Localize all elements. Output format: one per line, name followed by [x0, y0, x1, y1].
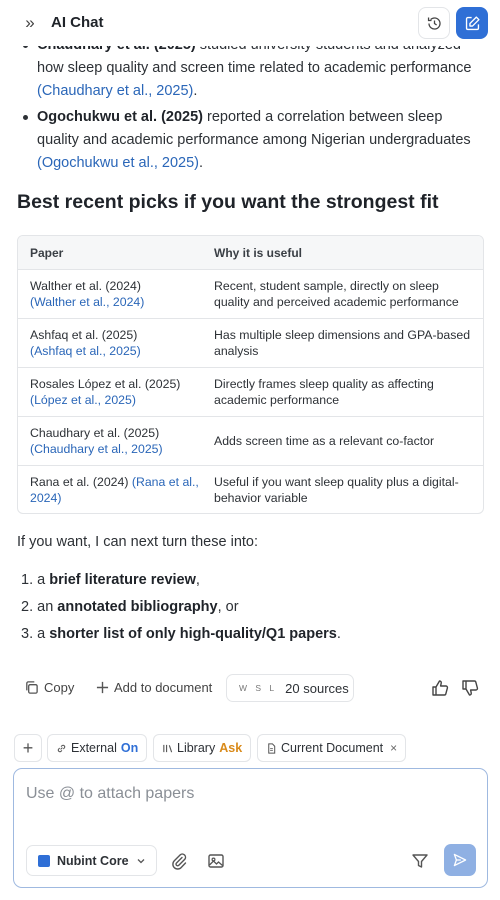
- history-button[interactable]: [418, 7, 450, 39]
- option-bold: shorter list of only high-quality/Q1 pap…: [49, 626, 337, 642]
- option-number: 3.: [21, 626, 34, 642]
- option-prefix: an: [37, 599, 58, 615]
- option-number: 1.: [21, 572, 34, 588]
- model-name: Nubint Core: [57, 853, 129, 868]
- add-to-document-button[interactable]: Add to document: [96, 680, 212, 695]
- why-cell: Useful if you want sleep quality plus a …: [214, 474, 459, 505]
- paper-name: Rosales López et al. (2025): [30, 377, 181, 391]
- bullet-author: Ogochukwu et al. (2025): [37, 109, 203, 125]
- option-bold: brief literature review: [49, 572, 196, 588]
- paper-cell: Rosales López et al. (2025) (López et al.…: [18, 376, 201, 408]
- external-label: External: [71, 741, 117, 755]
- library-state: Ask: [219, 741, 243, 755]
- library-icon: [163, 744, 173, 752]
- why-cell: Recent, student sample, directly on slee…: [214, 279, 459, 309]
- sources-count: 20 sources: [285, 680, 349, 696]
- list-item: 3. a shorter list of only high-quality/Q…: [21, 621, 341, 648]
- send-icon: [453, 853, 467, 867]
- paper-cell: Rana et al. (2024) (Rana et al., 2024): [18, 474, 201, 506]
- why-cell: Has multiple sleep dimensions and GPA-ba…: [214, 328, 471, 358]
- new-chat-button[interactable]: [456, 7, 488, 39]
- citation-link[interactable]: (Walther et al., 2024): [30, 295, 144, 309]
- paperclip-icon[interactable]: [169, 851, 189, 871]
- option-suffix: , or: [217, 599, 239, 615]
- library-toggle-chip[interactable]: Library Ask: [153, 734, 252, 762]
- plus-icon: [96, 681, 109, 694]
- option-number: 2.: [21, 599, 34, 615]
- message-actions: Copy Add to document W S L 20 sources: [0, 674, 500, 702]
- paper-name: Rana et al. (2024): [30, 474, 129, 489]
- add-to-document-label: Add to document: [114, 680, 213, 695]
- followup-text: If you want, I can next turn these into:: [17, 534, 258, 550]
- link-icon: [57, 744, 66, 752]
- remove-document-icon[interactable]: ×: [390, 741, 397, 755]
- citation-link[interactable]: (Ashfaq et al., 2025): [30, 344, 141, 358]
- table-row: Ashfaq et al. (2025) (Ashfaq et al., 2025…: [18, 318, 483, 367]
- option-prefix: a: [37, 572, 50, 588]
- message-composer: Use @ to attach papers Nubint Core: [13, 768, 488, 888]
- papers-table: Paper Why it is useful Walther et al. (2…: [17, 235, 484, 514]
- send-button[interactable]: [444, 844, 476, 876]
- why-cell: Directly frames sleep quality as affecti…: [214, 377, 434, 407]
- external-toggle-chip[interactable]: External On: [47, 734, 148, 762]
- bullet-end: .: [199, 155, 204, 171]
- list-item: Ogochukwu et al. (2025) reported a corre…: [19, 106, 481, 175]
- paper-name: Chaudhary et al. (2025): [30, 426, 160, 440]
- citation-link[interactable]: (Chaudhary et al., 2025): [37, 83, 193, 99]
- copy-icon: [26, 681, 38, 694]
- history-icon: [427, 16, 441, 30]
- model-logo-icon: [38, 854, 50, 867]
- paper-cell: Ashfaq et al. (2025) (Ashfaq et al., 2025…: [18, 327, 201, 359]
- thumbs-down-icon[interactable]: [460, 678, 480, 698]
- document-icon: [268, 742, 276, 754]
- current-document-label: Current Document: [281, 741, 384, 755]
- list-item: 1. a brief literature review,: [21, 567, 341, 594]
- plus-icon: +: [22, 737, 34, 758]
- context-chips: + External On Library Ask Current Docume…: [14, 734, 494, 762]
- citation-link[interactable]: (Ogochukwu et al., 2025): [37, 155, 199, 171]
- table-header-row: Paper Why it is useful: [18, 236, 483, 269]
- thumbs-up-icon[interactable]: [430, 678, 450, 698]
- paper-cell: Chaudhary et al. (2025) (Chaudhary et al.…: [18, 425, 201, 457]
- message-input[interactable]: Use @ to attach papers: [26, 785, 194, 803]
- paper-name: Ashfaq et al. (2025): [30, 328, 138, 342]
- table-row: Rana et al. (2024) (Rana et al., 2024) U…: [18, 465, 483, 513]
- edit-icon: [465, 15, 480, 30]
- paper-cell: Walther et al. (2024) (Walther et al., 20…: [18, 278, 201, 310]
- table-row: Chaudhary et al. (2025) (Chaudhary et al.…: [18, 416, 483, 465]
- add-context-button[interactable]: +: [14, 734, 42, 762]
- external-state: On: [120, 741, 139, 755]
- header-bar: » AI Chat: [0, 0, 500, 46]
- option-bold: annotated bibliography: [57, 599, 218, 615]
- table-row: Walther et al. (2024) (Walther et al., 20…: [18, 269, 483, 318]
- copy-button[interactable]: Copy: [24, 680, 74, 695]
- why-cell: Adds screen time as a relevant co-factor: [214, 434, 435, 448]
- filter-icon[interactable]: [410, 851, 430, 871]
- section-heading: Best recent picks if you want the strong…: [17, 191, 439, 213]
- chat-scroll-area[interactable]: Chaudhary et al. (2025) studied universi…: [0, 0, 500, 720]
- collapse-sidebar-icon[interactable]: »: [20, 14, 40, 34]
- copy-label: Copy: [44, 680, 75, 695]
- option-suffix: ,: [195, 572, 200, 588]
- paper-name: Walther et al. (2024): [30, 279, 141, 293]
- options-list: 1. a brief literature review, 2. an anno…: [21, 567, 341, 648]
- page-title: AI Chat: [51, 14, 104, 31]
- list-item: 2. an annotated bibliography, or: [21, 594, 341, 621]
- table-row: Rosales López et al. (2025) (López et al.…: [18, 367, 483, 416]
- column-header-paper: Paper: [30, 245, 64, 260]
- source-logos: W S L: [239, 683, 278, 693]
- library-label: Library: [177, 741, 216, 755]
- option-prefix: a: [37, 626, 50, 642]
- bullet-end: .: [193, 83, 198, 99]
- image-icon[interactable]: [206, 851, 226, 871]
- current-document-chip[interactable]: Current Document ×: [257, 734, 407, 762]
- model-selector[interactable]: Nubint Core: [26, 845, 157, 876]
- findings-list: Chaudhary et al. (2025) studied universi…: [19, 34, 481, 178]
- column-header-why: Why it is useful: [214, 245, 303, 260]
- sources-button[interactable]: W S L 20 sources: [226, 674, 354, 702]
- chevron-down-icon: [137, 858, 144, 863]
- citation-link[interactable]: (López et al., 2025): [30, 393, 136, 407]
- option-suffix: .: [336, 626, 341, 642]
- citation-link[interactable]: (Chaudhary et al., 2025): [30, 442, 163, 456]
